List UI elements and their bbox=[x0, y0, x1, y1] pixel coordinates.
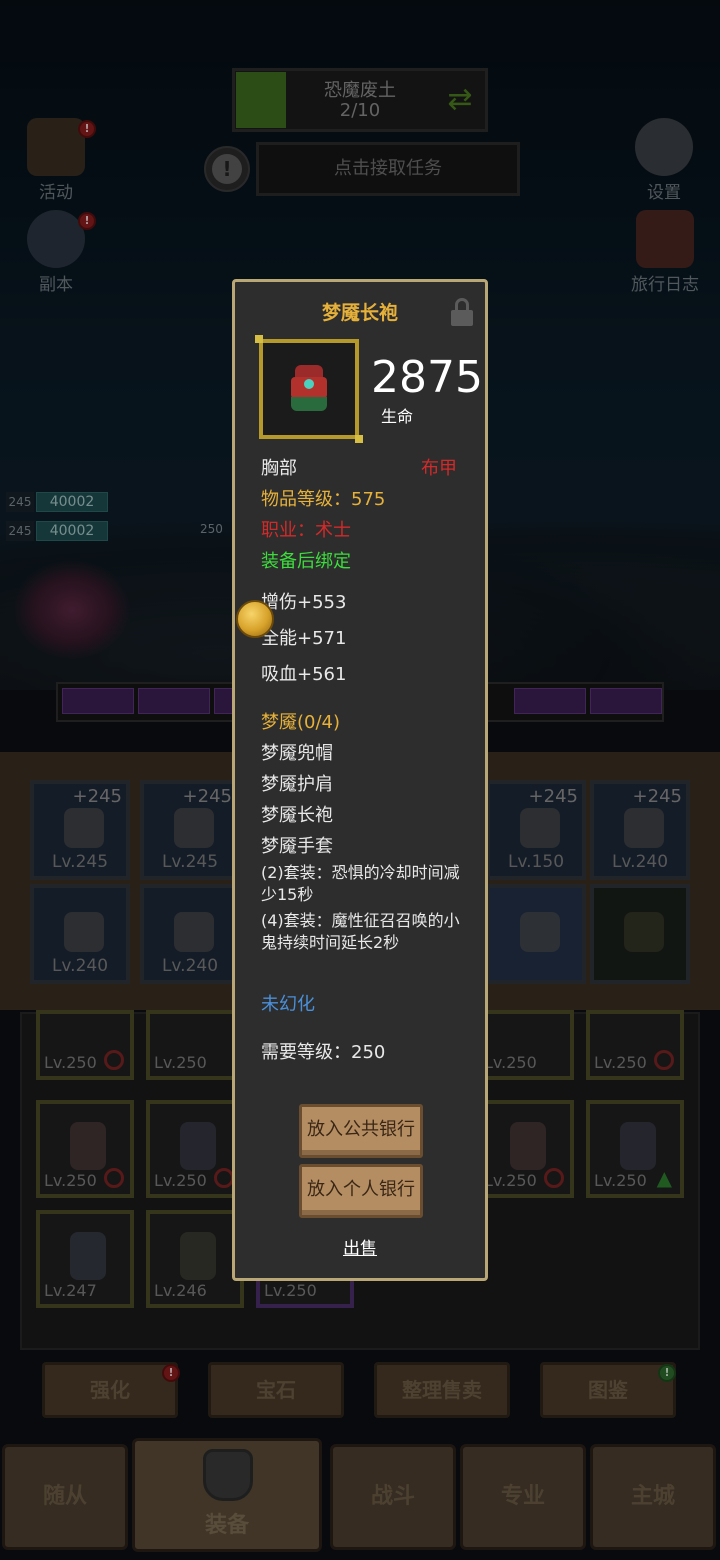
armor-type: 布甲 bbox=[421, 458, 457, 479]
item-level: 物品等级：575 bbox=[261, 489, 386, 510]
set-piece: 梦魇长袍 bbox=[261, 805, 333, 826]
gold-coin-icon[interactable] bbox=[236, 600, 274, 638]
bind-type: 装备后绑定 bbox=[261, 551, 351, 572]
primary-stat-value: 2875 bbox=[371, 352, 483, 403]
public-bank-button[interactable]: 放入公共银行 bbox=[299, 1104, 423, 1158]
item-detail-popup: 梦魇长袍 2875 生命 胸部 布甲 物品等级：575 职业：术士 装备后绑定 … bbox=[232, 279, 488, 1281]
unlock-icon[interactable] bbox=[451, 298, 473, 326]
primary-stat-name: 生命 bbox=[381, 407, 414, 426]
transmog-status: 未幻化 bbox=[261, 994, 315, 1015]
set-piece: 梦魇兜帽 bbox=[261, 743, 333, 764]
secondary-stat: 增伤+553 bbox=[261, 592, 347, 613]
item-icon-frame bbox=[255, 335, 363, 443]
set-piece: 梦魇护肩 bbox=[261, 774, 333, 795]
required-level: 需要等级：250 bbox=[261, 1042, 386, 1063]
class-requirement: 职业：术士 bbox=[261, 520, 351, 541]
set-bonus-4: (4)套装：魔性征召召唤的小鬼持续时间延长2秒 bbox=[261, 911, 460, 952]
sell-button[interactable]: 出售 bbox=[235, 1234, 485, 1259]
item-name: 梦魇长袍 bbox=[321, 302, 398, 324]
set-name: 梦魇(0/4) bbox=[261, 712, 341, 733]
set-bonus-2: (2)套装：恐惧的冷却时间减少15秒 bbox=[261, 863, 460, 904]
secondary-stat: 全能+571 bbox=[261, 628, 347, 649]
personal-bank-button[interactable]: 放入个人银行 bbox=[299, 1164, 423, 1218]
set-piece: 梦魇手套 bbox=[261, 836, 333, 857]
item-slot: 胸部 bbox=[261, 458, 297, 479]
secondary-stat: 吸血+561 bbox=[261, 664, 347, 685]
robe-icon bbox=[291, 365, 327, 411]
